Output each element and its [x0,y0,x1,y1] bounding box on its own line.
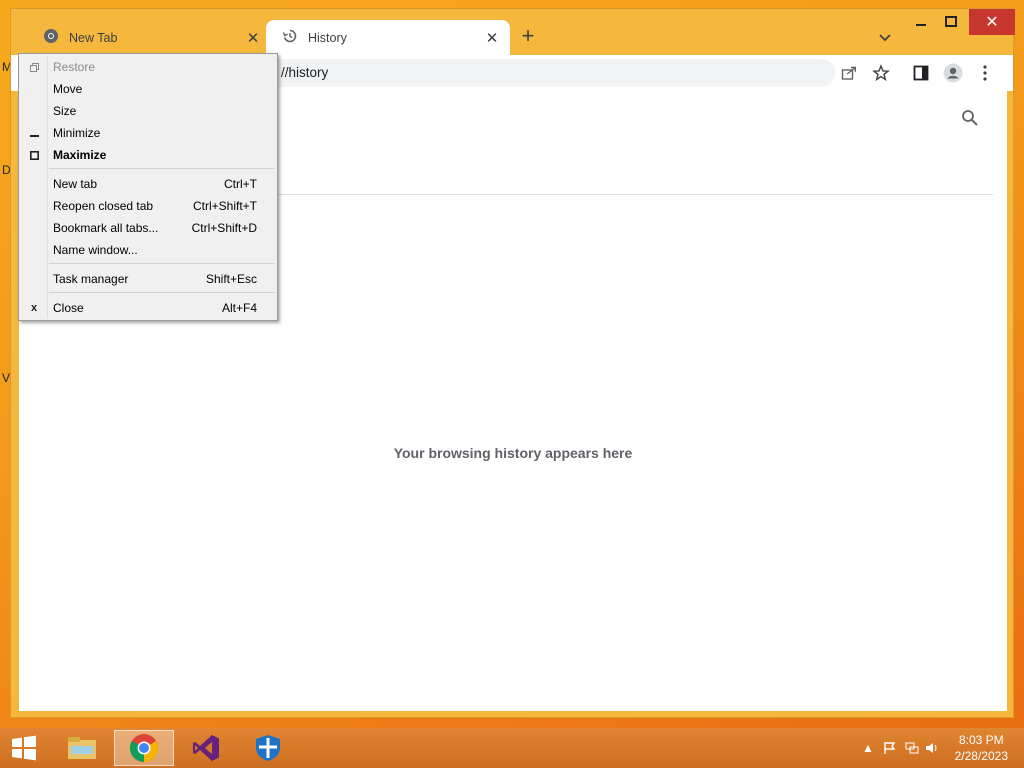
chevron-up-icon[interactable]: ▲ [860,740,876,756]
menu-separator [49,263,275,264]
clock-time: 8:03 PM [958,733,1004,747]
menu-item-label: Size [53,104,77,118]
taskbar: ▲ 8:03 PM 2/28/2023 [0,728,1024,768]
menu-item-label: Move [53,82,83,96]
search-icon[interactable] [961,109,979,130]
menu-item-restore: Restore [19,56,277,78]
chrome-icon [130,734,158,762]
side-panel-icon[interactable] [911,63,931,83]
menu-item-label: Maximize [53,148,107,162]
maximize-icon[interactable] [939,9,963,35]
menu-item-label: New tab [53,177,98,191]
volume-icon[interactable] [924,740,940,756]
clock[interactable]: 8:03 PM 2/28/2023 [955,732,1008,764]
chrome-icon [43,28,59,47]
menu-item-label: Reopen closed tab [53,199,154,213]
chrome-taskbar-button[interactable] [114,730,174,766]
close-icon[interactable]: ✕ [969,9,1015,35]
clock-date: 2/28/2023 [954,749,1008,763]
menu-item-shortcut: Ctrl+T [224,177,257,191]
menu-item-label: Restore [53,60,96,74]
restore-icon [27,60,41,74]
menu-item-label: Task manager [53,272,129,286]
visual-studio-icon[interactable] [176,730,236,766]
empty-history-message: Your browsing history appears here [393,445,633,461]
menu-item-close[interactable]: x Close Alt+F4 [19,297,277,319]
tab-strip: New Tab ✕ History ✕ + ✕ [11,9,1015,55]
menu-item-shortcut: Alt+F4 [221,301,257,315]
more-menu-icon[interactable] [975,63,995,83]
maximize-icon [27,148,41,162]
close-icon: x [30,302,38,314]
minimize-icon [27,126,41,140]
share-icon[interactable] [839,63,859,83]
action-center-flag-icon[interactable] [882,740,898,756]
menu-item-shortcut: Ctrl+Shift+T [192,199,257,213]
menu-item-size[interactable]: Size [19,100,277,122]
menu-item-shortcut: Shift+Esc [205,272,257,286]
menu-item-label: Name window... [53,243,138,257]
menu-item-label: Minimize [53,126,101,140]
history-icon [282,28,298,47]
tab-close-icon[interactable]: ✕ [482,28,502,48]
file-explorer-icon[interactable] [52,730,112,766]
menu-item-move[interactable]: Move [19,78,277,100]
menu-item-task-manager[interactable]: Task manager Shift+Esc [19,268,277,290]
defender-icon[interactable] [238,730,298,766]
menu-item-reopen-closed-tab[interactable]: Reopen closed tab Ctrl+Shift+T [19,195,277,217]
profile-avatar-icon[interactable] [943,63,963,83]
minimize-icon[interactable] [909,9,933,35]
menu-item-new-tab[interactable]: New tab Ctrl+T [19,173,277,195]
address-url[interactable]: //history [281,65,328,80]
menu-item-shortcut: Ctrl+Shift+D [191,221,257,235]
menu-separator [49,292,275,293]
star-icon[interactable] [871,63,891,83]
menu-separator [49,168,275,169]
menu-item-label: Bookmark all tabs... [53,221,159,235]
start-icon[interactable] [0,730,48,766]
chevron-down-icon[interactable] [875,27,895,47]
system-tray: ▲ 8:03 PM 2/28/2023 [844,728,1024,768]
menu-item-label: Close [53,301,84,315]
new-tab-button[interactable]: + [517,25,539,48]
menu-item-name-window[interactable]: Name window... [19,239,277,261]
tab-close-icon[interactable]: ✕ [243,28,263,48]
tab-history[interactable]: History ✕ [266,20,510,55]
window-system-menu: Restore Move Size Minimize Maximize New … [18,53,278,321]
menu-item-bookmark-all-tabs[interactable]: Bookmark all tabs... Ctrl+Shift+D [19,217,277,239]
network-icon[interactable] [904,740,920,756]
tab-title: History [308,30,347,45]
tab-new-tab[interactable]: New Tab ✕ [27,20,271,55]
tab-title: New Tab [69,30,118,45]
menu-item-maximize[interactable]: Maximize [19,144,277,166]
desktop-icon-label-peek: V [2,371,11,385]
menu-item-minimize[interactable]: Minimize [19,122,277,144]
